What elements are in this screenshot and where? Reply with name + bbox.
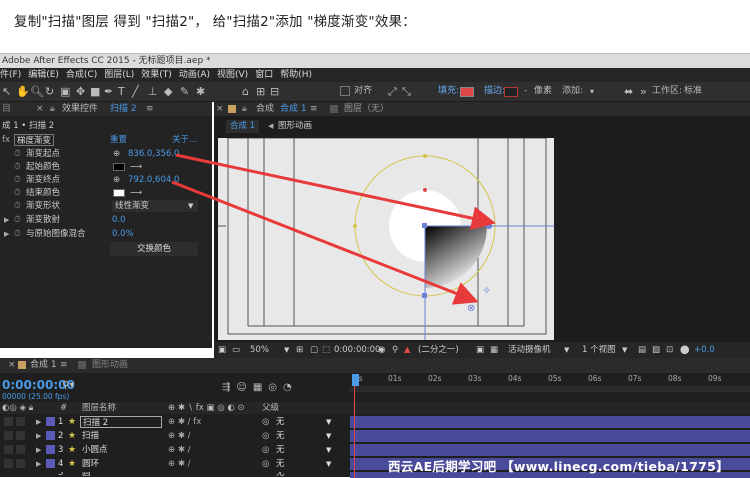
annotation-arrows xyxy=(171,153,496,305)
watermark: 西云AE后期学习吧 【www.linecg.com/tieba/1775】 xyxy=(388,459,729,474)
arrow-start-point xyxy=(175,153,496,230)
arrow-end-point xyxy=(171,180,479,305)
